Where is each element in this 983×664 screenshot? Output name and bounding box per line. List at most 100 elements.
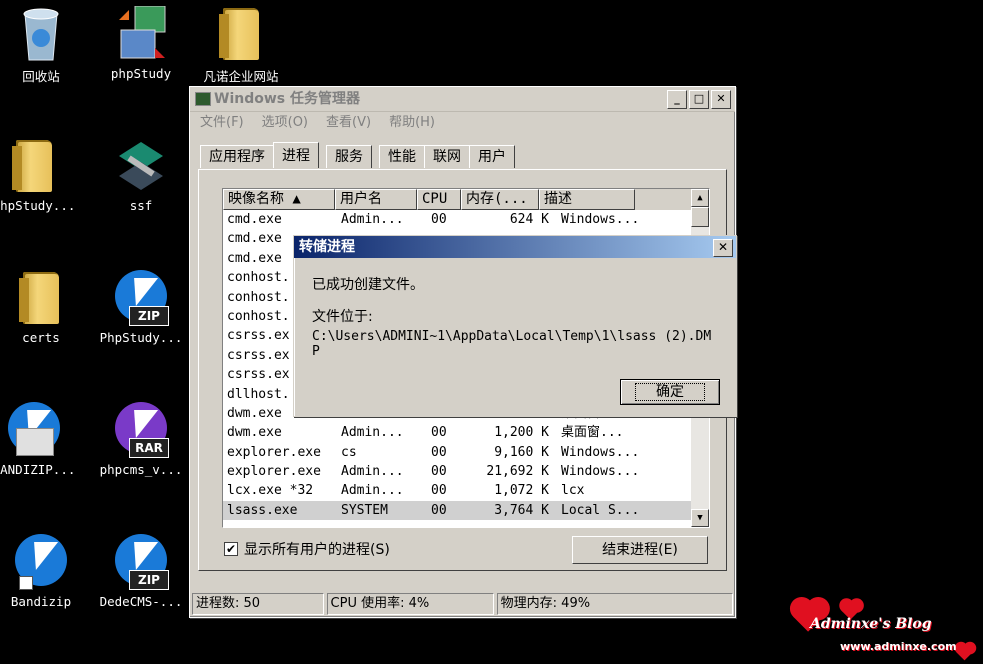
ok-button-label: 确定 <box>635 383 705 401</box>
scroll-up-icon[interactable]: ▲ <box>691 189 709 207</box>
desktop-icon-dedecms-zip[interactable]: ZIP DedeCMS-... <box>93 534 189 609</box>
status-cpu-usage: CPU 使用率: 4% <box>326 593 494 615</box>
zip-archive-icon: ZIP <box>115 270 169 326</box>
column-memory[interactable]: 内存(... <box>461 189 539 210</box>
desktop-icon-bandizip-installer[interactable]: BANDIZIP... <box>0 402 82 477</box>
table-cell: 桌面窗... <box>561 425 624 441</box>
show-all-users-checkbox[interactable]: ✔ 显示所有用户的进程(S) <box>224 539 390 559</box>
column-user-name[interactable]: 用户名 <box>335 189 417 210</box>
menu-file[interactable]: 文件(F) <box>200 112 244 134</box>
icon-label: Bandizip <box>10 594 72 609</box>
table-cell: 624 K <box>509 212 549 227</box>
desktop-icon-phpstudy[interactable]: phpStudy <box>93 5 189 81</box>
checkbox-box[interactable]: ✔ <box>224 542 238 556</box>
desktop-icon-recycle-bin[interactable]: 回收站 <box>0 6 89 85</box>
table-row[interactable]: dwm.exe Admin... 00 1,200 K 桌面窗... <box>223 423 709 442</box>
table-row[interactable]: cmd.exe Admin... 00 624 K Windows... <box>223 210 709 229</box>
column-image-name[interactable]: 映像名称 ▲ <box>223 189 335 210</box>
tab-services[interactable]: 服务 <box>326 145 372 168</box>
end-process-button[interactable]: 结束进程(E) <box>572 536 708 564</box>
desktop-icon-bandizip[interactable]: Bandizip <box>0 534 89 609</box>
column-cpu[interactable]: CPU <box>417 189 461 210</box>
tab-processes[interactable]: 进程 <box>273 142 319 168</box>
table-cell: 00 <box>431 464 447 480</box>
phpstudy-app-icon <box>115 5 167 62</box>
desktop-icon-certs[interactable]: certs <box>0 270 89 345</box>
table-cell: 1,072 K <box>494 483 549 499</box>
table-cell: 00 <box>431 444 447 460</box>
dialog-close-button[interactable]: ✕ <box>713 239 733 257</box>
table-cell: Windows... <box>561 464 640 480</box>
title-bar[interactable]: Windows 任务管理器 _ □ ✕ <box>190 87 735 112</box>
icon-label: BANDIZIP... <box>0 462 76 477</box>
menu-options[interactable]: 选项(O) <box>262 112 308 134</box>
table-cell: SYSTEM <box>341 502 388 518</box>
dialog-location-label: 文件位于: <box>312 309 373 325</box>
desktop-icon-phpcms-rar[interactable]: RAR phpcms_v... <box>93 402 189 477</box>
scroll-down-icon[interactable]: ▼ <box>691 509 709 527</box>
tab-performance[interactable]: 性能 <box>379 145 425 168</box>
minimize-button[interactable]: _ <box>667 90 687 109</box>
dump-process-dialog: 转储进程 ✕ 已成功创建文件。 文件位于: C:\Users\ADMINI~1\… <box>293 235 737 417</box>
desktop-icon-fannuo-site[interactable]: 凡诺企业网站 <box>193 6 289 85</box>
table-cell: lcx <box>561 483 585 499</box>
blog-watermark-logo: Adminxe's Blog www.adminxe.com <box>788 594 978 661</box>
table-cell: 00 <box>431 425 447 441</box>
table-row[interactable]: lsass.exe SYSTEM 00 3,764 K Local S... <box>223 500 709 521</box>
table-row[interactable]: explorer.exe Admin... 00 21,692 K Windows... <box>223 462 709 481</box>
icon-label: 回收站 <box>22 69 60 84</box>
menu-view[interactable]: 查看(V) <box>326 112 371 134</box>
maximize-button[interactable]: □ <box>689 90 709 109</box>
rar-archive-icon: RAR <box>115 402 169 458</box>
column-description[interactable]: 描述 <box>539 189 635 210</box>
scroll-thumb[interactable] <box>691 207 709 227</box>
dialog-title: 转储进程 <box>299 239 355 255</box>
table-cell: 00 <box>431 212 447 227</box>
table-cell: cmd.exe <box>227 212 282 227</box>
tab-applications[interactable]: 应用程序 <box>200 145 274 168</box>
folder-icon <box>8 138 60 194</box>
ssf-app-icon <box>115 138 167 194</box>
table-cell: explorer.exe <box>227 444 321 460</box>
status-physical-memory: 物理内存: 49% <box>496 593 733 615</box>
table-cell: 21,692 K <box>486 464 549 480</box>
table-cell: 00 <box>431 502 447 518</box>
table-cell: 9,160 K <box>494 444 549 460</box>
table-row[interactable]: explorer.exe cs 00 9,160 K Windows... <box>223 443 709 462</box>
icon-label: PhpStudy... <box>0 198 76 213</box>
desktop-icon-phpstudy-folder[interactable]: PhpStudy... <box>0 138 82 213</box>
close-button[interactable]: ✕ <box>711 90 731 109</box>
table-cell: explorer.exe <box>227 464 321 480</box>
table-cell: Local S... <box>561 502 640 518</box>
desktop-icon-ssf[interactable]: ssf <box>93 138 189 213</box>
dialog-file-path: C:\Users\ADMINI~1\AppData\Local\Temp\1\l… <box>312 329 712 359</box>
tab-strip: 应用程序 进程 服务 性能 联网 用户 <box>200 142 515 169</box>
icon-label: phpStudy <box>110 66 172 81</box>
watermark-title: Adminxe's Blog <box>810 616 932 632</box>
checkbox-label: 显示所有用户的进程(S) <box>244 542 390 558</box>
table-cell: Admin... <box>341 425 404 441</box>
zip-archive-icon: ZIP <box>115 534 169 590</box>
table-cell: Windows... <box>561 212 640 227</box>
table-cell: 3,764 K <box>494 502 549 518</box>
folder-icon <box>215 6 267 62</box>
table-row[interactable]: lcx.exe *32 Admin... 00 1,072 K lcx <box>223 481 709 500</box>
recycle-bin-icon <box>15 6 67 62</box>
dialog-title-bar[interactable]: 转储进程 ✕ <box>294 236 736 258</box>
icon-label: 凡诺企业网站 <box>203 69 279 84</box>
table-cell: 00 <box>431 483 447 499</box>
table-cell: Windows... <box>561 444 640 460</box>
icon-label: PhpStudy... <box>99 330 183 345</box>
watermark-url: www.adminxe.com <box>840 640 957 653</box>
tab-networking[interactable]: 联网 <box>424 145 470 168</box>
menu-help[interactable]: 帮助(H) <box>389 112 435 134</box>
tab-users[interactable]: 用户 <box>469 145 515 168</box>
window-title: Windows 任务管理器 <box>214 91 360 107</box>
folder-icon <box>15 270 67 326</box>
icon-label: phpcms_v... <box>99 462 183 477</box>
dialog-message: 已成功创建文件。 <box>312 277 424 293</box>
icon-label: certs <box>22 330 60 345</box>
desktop-icon-phpstudy-zip[interactable]: ZIP PhpStudy... <box>93 270 189 345</box>
task-manager-icon <box>195 92 211 106</box>
ok-button[interactable]: 确定 <box>620 379 720 405</box>
